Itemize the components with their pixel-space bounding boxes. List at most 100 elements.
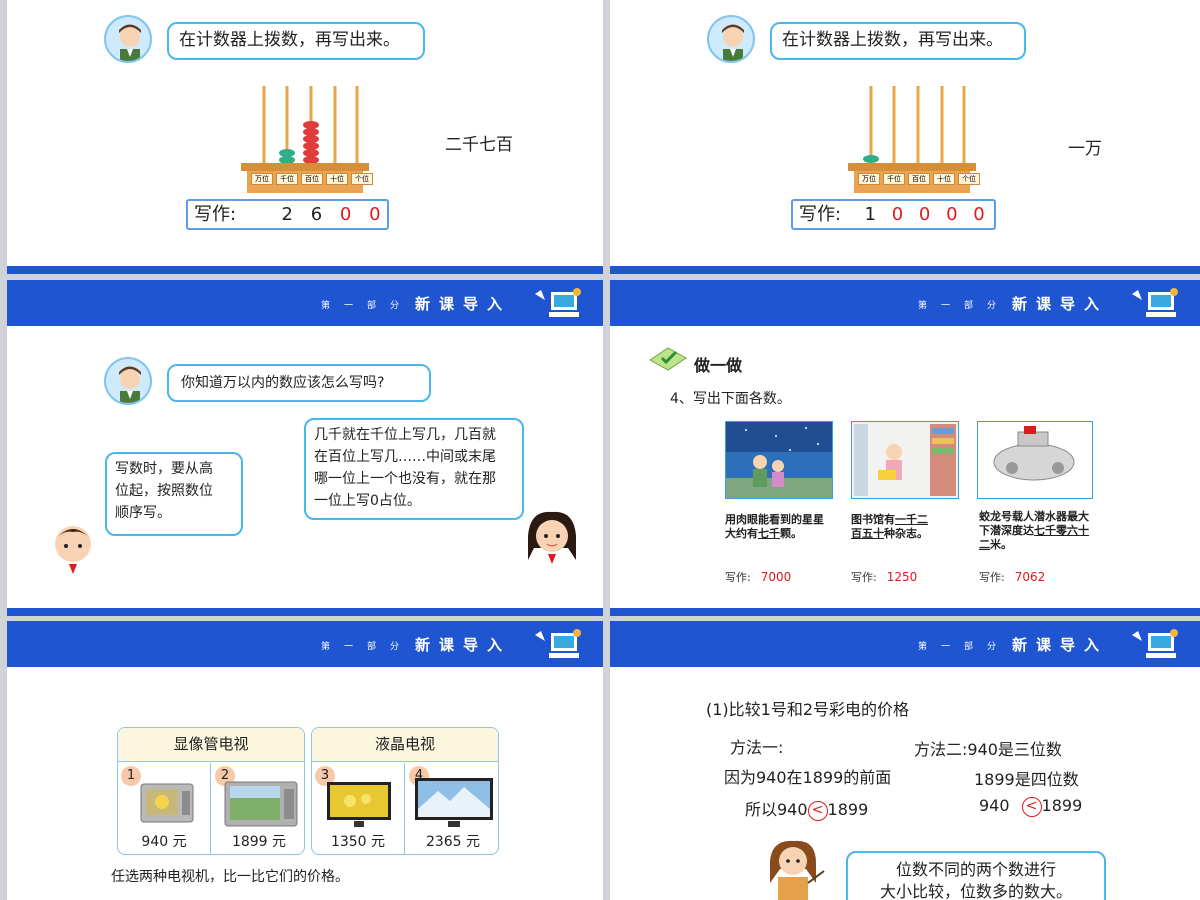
answer-value: 1250 <box>886 570 918 584</box>
bubble-text: 在计数器上拨数，再写出来。 <box>782 30 1003 50</box>
group-title: 液晶电视 <box>312 728 498 762</box>
picture-stars <box>725 421 833 499</box>
digit: 6 <box>310 204 323 225</box>
tv-price: 940 元 <box>141 834 187 850</box>
notebook-icon <box>649 347 687 371</box>
slide-header: 第一部分 新课导入 <box>7 280 603 326</box>
digit-red: 0 <box>946 204 958 225</box>
teacher-avatar <box>707 15 755 63</box>
method2-line1: 方法二:940是三位数 <box>914 740 1062 759</box>
slide-header: 第一部分 新课导入 <box>610 621 1200 667</box>
girl-line: 一位上写0占位。 <box>314 493 421 509</box>
write-label: 写作: <box>194 204 237 225</box>
slide-abacus-10000[interactable]: 在计数器上拨数，再写出来。 万位 千位 百位 十位 个位 一万 写作: 1 0 … <box>610 0 1200 266</box>
computer-icon <box>1132 288 1178 317</box>
tv-price: 2365 元 <box>425 834 481 850</box>
slide-exercise[interactable]: 第一部分 新课导入 做一做 4、写出下面各数。 用肉眼能看到的星星大约有七千颗。… <box>610 280 1200 608</box>
band-strip-top-left <box>7 266 603 274</box>
write-label: 写作: <box>799 204 842 225</box>
teacher-line: 大小比较，位数多的数大。 <box>879 882 1072 900</box>
speech-bubble: 在计数器上拨数，再写出来。 <box>167 22 425 60</box>
place-label: 千位 <box>276 173 298 185</box>
header-part: 第一部分 <box>320 301 413 311</box>
teacher-bubble: 位数不同的两个数进行 大小比较，位数多的数大。 <box>846 851 1106 900</box>
caption-library: 图书馆有一千二百五十种杂志。 <box>851 513 928 540</box>
digit: 1 <box>864 204 876 225</box>
header-title: 新课导入 <box>1011 295 1108 313</box>
tv-card-3[interactable]: 3 1350 元 <box>312 763 405 854</box>
crt-tv-group: 显像管电视 1 940 元 2 1899 元 <box>117 727 305 855</box>
slide-compare[interactable]: 第一部分 新课导入 (1)比较1号和2号彩电的价格 方法一: 因为940在189… <box>610 621 1200 900</box>
method1-label: 方法一: <box>730 738 784 757</box>
header-title: 新课导入 <box>1011 636 1108 654</box>
bubble-text: 在计数器上拨数，再写出来。 <box>179 30 400 50</box>
tv-card-2[interactable]: 2 1899 元 <box>212 763 304 854</box>
girl-line: 在百位上写几……中间或末尾 <box>314 449 496 465</box>
digit-red: 0 <box>891 204 904 225</box>
question-bubble: 你知道万以内的数应该怎么写吗? <box>167 364 431 402</box>
slide-dialog[interactable]: 第一部分 新课导入 你知道万以内的数应该怎么写吗? 写数时，要从高 位起，按照数… <box>7 280 603 608</box>
answer-value: 7062 <box>1014 570 1046 584</box>
crt-tv-icon <box>224 781 298 827</box>
girl-character <box>528 511 576 572</box>
question-text: 你知道万以内的数应该怎么写吗? <box>181 375 385 391</box>
group-title: 显像管电视 <box>118 728 304 762</box>
place-label: 个位 <box>958 173 980 185</box>
place-label: 千位 <box>883 173 905 185</box>
picture-library <box>851 421 959 499</box>
teacher-avatar <box>104 15 152 63</box>
less-than-sign: < <box>1021 796 1042 817</box>
header-title: 新课导入 <box>414 295 511 313</box>
band-strip-top-right <box>610 266 1200 274</box>
write-label: 写作: <box>979 571 1005 584</box>
less-than-sign: < <box>807 800 828 821</box>
place-labels: 万位 千位 百位 十位 个位 <box>251 173 373 185</box>
prompt-text: 任选两种电视机，比一比它们的价格。 <box>111 869 349 885</box>
boy-bubble: 写数时，要从高 位起，按照数位 顺序写。 <box>105 452 243 536</box>
write-box: 写作: 1 0 0 0 0 <box>791 199 996 230</box>
place-label: 十位 <box>933 173 955 185</box>
slide-tv-prices[interactable]: 第一部分 新课导入 显像管电视 1 940 元 2 1899 元 液晶电视 3 … <box>7 621 603 900</box>
place-label: 个位 <box>351 173 373 185</box>
header-part: 第一部分 <box>917 301 1010 311</box>
place-label: 百位 <box>908 173 930 185</box>
digit-red: 0 <box>339 204 352 225</box>
tv-card-1[interactable]: 1 940 元 <box>118 763 211 854</box>
caption-submersible: 蛟龙号载人潜水器最大下潜深度达七千零六十二米。 <box>979 510 1089 551</box>
instruction: 4、写出下面各数。 <box>670 391 791 407</box>
crt-tv-icon <box>140 783 194 823</box>
computer-icon <box>535 629 581 658</box>
answer-library: 写作: 1250 <box>851 569 917 585</box>
girl-bubble: 几千就在千位上写几，几百就 在百位上写几……中间或末尾 哪一位上一个也没有，就在… <box>304 418 524 520</box>
tv-card-4[interactable]: 4 2365 元 <box>406 763 498 854</box>
number-word: 一万 <box>1068 139 1102 159</box>
teacher-line: 位数不同的两个数进行 <box>895 860 1056 879</box>
place-label: 万位 <box>251 173 273 185</box>
place-label: 百位 <box>301 173 323 185</box>
tv-number: 1 <box>121 766 141 786</box>
compare-title: (1)比较1号和2号彩电的价格 <box>706 700 910 719</box>
slide-header: 第一部分 新课导入 <box>7 621 603 667</box>
method1-line1: 因为940在1899的前面 <box>724 768 892 787</box>
digit-red: 0 <box>973 204 985 225</box>
place-label: 万位 <box>858 173 880 185</box>
place-label: 十位 <box>326 173 348 185</box>
write-box: 写作: 2 6 0 0 <box>186 199 389 230</box>
teacher-character <box>770 840 825 900</box>
teacher-avatar <box>104 357 152 405</box>
lcd-tv-group: 液晶电视 3 1350 元 4 2365 元 <box>311 727 499 855</box>
answer-value: 7000 <box>760 570 792 584</box>
band-strip-mid-right <box>610 608 1200 616</box>
header-part: 第一部分 <box>320 642 413 652</box>
digit-red: 0 <box>918 204 931 225</box>
girl-line: 几千就在千位上写几，几百就 <box>314 427 496 443</box>
method2-line3: 940 <1899 <box>979 796 1083 817</box>
boy-line: 位起，按照数位 <box>115 483 213 499</box>
header-title: 新课导入 <box>414 636 511 654</box>
digit-red: 0 <box>369 204 381 225</box>
write-label: 写作: <box>851 571 877 584</box>
tv-price: 1899 元 <box>231 834 287 850</box>
slide-abacus-2600[interactable]: 在计数器上拨数，再写出来。 万位 千位 百位 十位 个位 二千七百 写作: 2 … <box>7 0 603 266</box>
number-word: 二千七百 <box>445 135 513 155</box>
section-title: 做一做 <box>694 356 743 375</box>
